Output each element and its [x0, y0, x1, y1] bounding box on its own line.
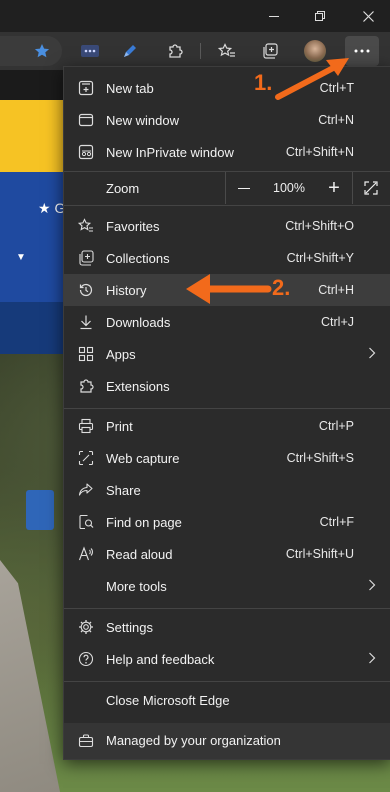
arrow-1: [275, 58, 349, 100]
annotation-step-2: 2.: [272, 275, 291, 300]
arrow-2: [186, 274, 272, 304]
annotation-step-1: 1.: [254, 70, 273, 95]
annotation-layer: [186, 58, 349, 304]
